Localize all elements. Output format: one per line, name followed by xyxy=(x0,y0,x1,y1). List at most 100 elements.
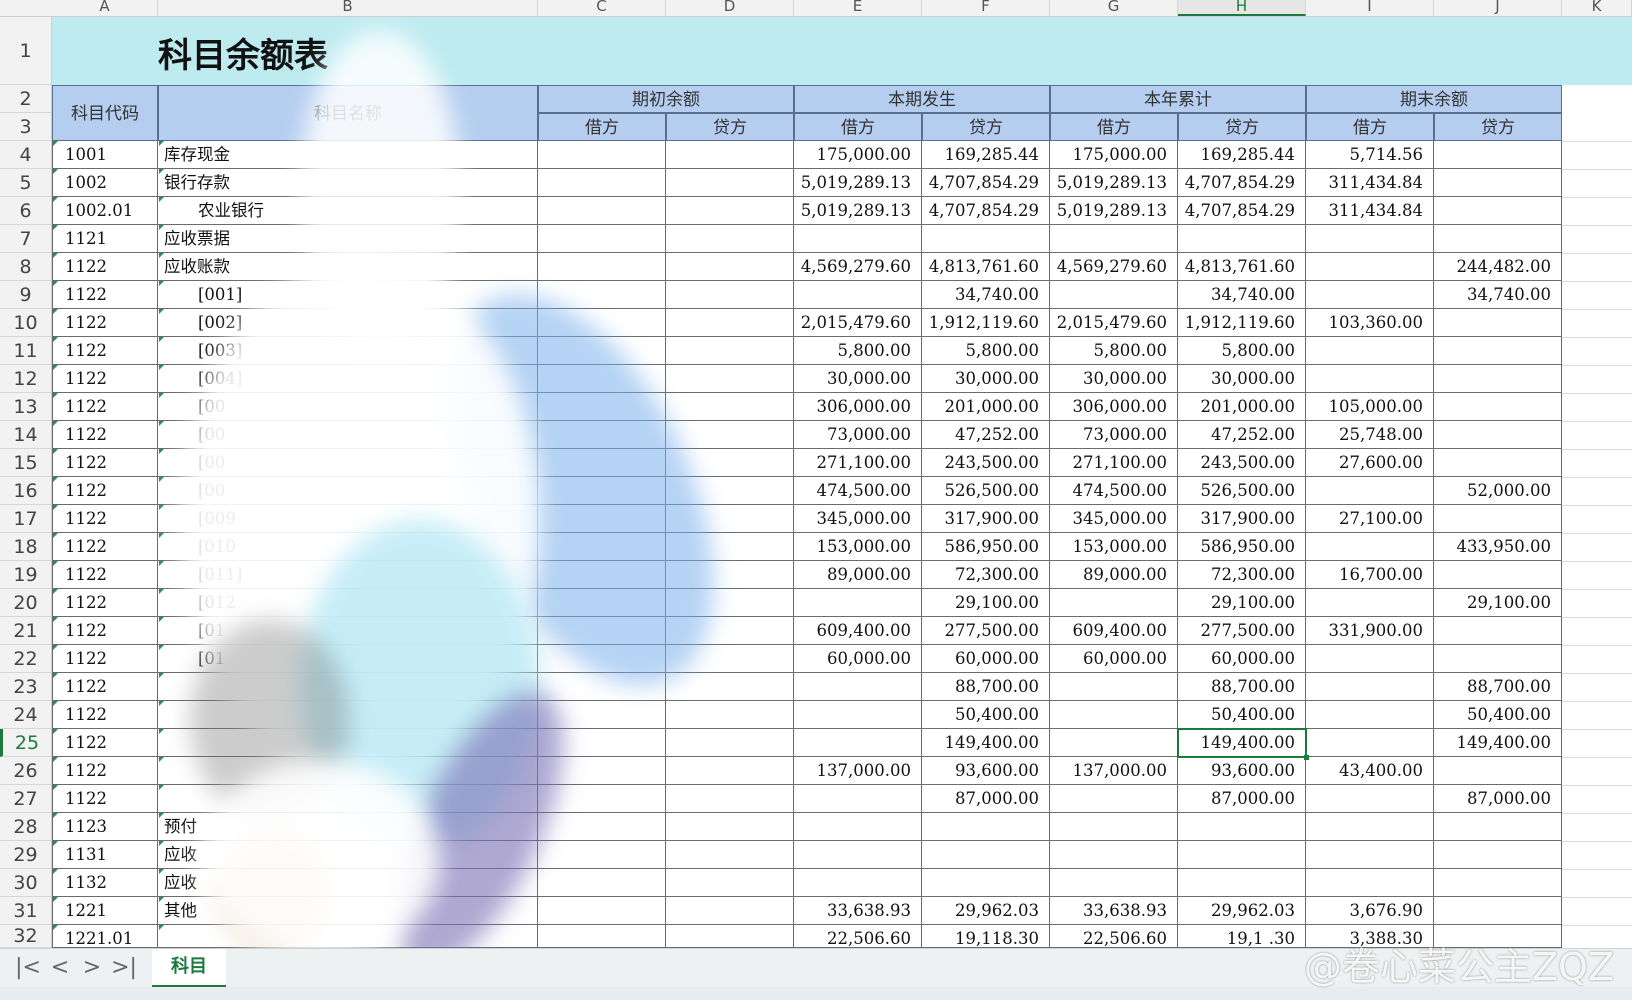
cell-f[interactable]: 1,912,119.60 xyxy=(922,309,1050,337)
cell-d[interactable] xyxy=(666,897,794,925)
column-header-c[interactable]: C xyxy=(538,0,666,16)
cell-i[interactable] xyxy=(1306,869,1434,897)
cell-i[interactable] xyxy=(1306,253,1434,281)
row-header-4[interactable]: 4 xyxy=(0,141,52,169)
cell-h[interactable] xyxy=(1178,841,1306,869)
cell-name[interactable] xyxy=(158,673,538,701)
cell-j[interactable] xyxy=(1434,393,1562,421)
cell-d[interactable] xyxy=(666,533,794,561)
cell-c[interactable] xyxy=(538,365,666,393)
row-header-26[interactable]: 26 xyxy=(0,757,52,785)
cell-e[interactable]: 306,000.00 xyxy=(794,393,922,421)
cell-i[interactable]: 5,714.56 xyxy=(1306,141,1434,169)
cell-code[interactable]: 1122 xyxy=(52,617,158,645)
cell-h[interactable]: 87,000.00 xyxy=(1178,785,1306,813)
cell-e[interactable]: 89,000.00 xyxy=(794,561,922,589)
cell-h[interactable]: 72,300.00 xyxy=(1178,561,1306,589)
cell-c[interactable] xyxy=(538,421,666,449)
row-header-19[interactable]: 19 xyxy=(0,561,52,589)
cell-h[interactable]: 93,600.00 xyxy=(1178,757,1306,785)
cell-h[interactable]: 19,1 .30 xyxy=(1178,925,1306,948)
cell-f[interactable]: 149,400.00 xyxy=(922,729,1050,757)
cell-e[interactable]: 5,019,289.13 xyxy=(794,169,922,197)
row-header-9[interactable]: 9 xyxy=(0,281,52,309)
cell-d[interactable] xyxy=(666,673,794,701)
cell-d[interactable] xyxy=(666,197,794,225)
cell-j[interactable]: 52,000.00 xyxy=(1434,477,1562,505)
column-header-i[interactable]: I xyxy=(1306,0,1434,16)
cell-code[interactable]: 1122 xyxy=(52,421,158,449)
cell-g[interactable]: 2,015,479.60 xyxy=(1050,309,1178,337)
cell-code[interactable]: 1002.01 xyxy=(52,197,158,225)
cell-d[interactable] xyxy=(666,169,794,197)
cell-name[interactable]: 应收 xyxy=(158,869,538,897)
cell-f[interactable]: 50,400.00 xyxy=(922,701,1050,729)
cell-i[interactable] xyxy=(1306,673,1434,701)
cell-h[interactable]: 526,500.00 xyxy=(1178,477,1306,505)
row-header-3[interactable]: 3 xyxy=(0,113,52,141)
cell-d[interactable] xyxy=(666,645,794,673)
cell-g[interactable]: 271,100.00 xyxy=(1050,449,1178,477)
cell-g[interactable] xyxy=(1050,729,1178,757)
cell-name[interactable]: 农业银行 xyxy=(158,197,538,225)
cell-g[interactable]: 73,000.00 xyxy=(1050,421,1178,449)
cell-d[interactable] xyxy=(666,589,794,617)
cell-d[interactable] xyxy=(666,477,794,505)
cell-c[interactable] xyxy=(538,617,666,645)
cell-name[interactable]: [00 xyxy=(158,449,538,477)
cell-i[interactable]: 311,434.84 xyxy=(1306,169,1434,197)
cell-c[interactable] xyxy=(538,449,666,477)
cell-e[interactable]: 2,015,479.60 xyxy=(794,309,922,337)
cell-c[interactable] xyxy=(538,393,666,421)
cell-code[interactable]: 1221.01 xyxy=(52,925,158,948)
cell-f[interactable]: 87,000.00 xyxy=(922,785,1050,813)
cell-name[interactable]: [011] xyxy=(158,561,538,589)
column-header-a[interactable]: A xyxy=(52,0,158,16)
cell-c[interactable] xyxy=(538,841,666,869)
column-header-f[interactable]: F xyxy=(922,0,1050,16)
column-header-b[interactable]: B xyxy=(158,0,538,16)
cell-c[interactable] xyxy=(538,645,666,673)
cell-g[interactable]: 345,000.00 xyxy=(1050,505,1178,533)
cell-e[interactable]: 73,000.00 xyxy=(794,421,922,449)
cell-name[interactable]: [003] xyxy=(158,337,538,365)
cell-e[interactable]: 175,000.00 xyxy=(794,141,922,169)
cell-i[interactable] xyxy=(1306,813,1434,841)
cell-c[interactable] xyxy=(538,561,666,589)
row-header-2[interactable]: 2 xyxy=(0,85,52,113)
row-header-29[interactable]: 29 xyxy=(0,841,52,869)
cell-c[interactable] xyxy=(538,253,666,281)
cell-code[interactable]: 1122 xyxy=(52,449,158,477)
cell-name[interactable]: 库存现金 xyxy=(158,141,538,169)
cell-name[interactable] xyxy=(158,701,538,729)
cell-i[interactable]: 27,600.00 xyxy=(1306,449,1434,477)
cell-name[interactable] xyxy=(158,925,538,948)
cell-d[interactable] xyxy=(666,505,794,533)
cell-i[interactable]: 3,676.90 xyxy=(1306,897,1434,925)
cell-f[interactable]: 47,252.00 xyxy=(922,421,1050,449)
cell-code[interactable]: 1123 xyxy=(52,813,158,841)
cell-e[interactable]: 5,019,289.13 xyxy=(794,197,922,225)
cell-i[interactable]: 43,400.00 xyxy=(1306,757,1434,785)
cell-f[interactable]: 93,600.00 xyxy=(922,757,1050,785)
cell-code[interactable]: 1122 xyxy=(52,337,158,365)
cell-g[interactable] xyxy=(1050,785,1178,813)
cell-code[interactable]: 1131 xyxy=(52,841,158,869)
cell-c[interactable] xyxy=(538,897,666,925)
cell-g[interactable]: 175,000.00 xyxy=(1050,141,1178,169)
cell-c[interactable] xyxy=(538,673,666,701)
cell-e[interactable] xyxy=(794,841,922,869)
cell-name[interactable]: [01 xyxy=(158,645,538,673)
row-header-25[interactable]: 25 xyxy=(0,729,52,757)
cell-g[interactable] xyxy=(1050,225,1178,253)
cell-c[interactable] xyxy=(538,197,666,225)
cell-name[interactable]: [00 xyxy=(158,393,538,421)
cell-name[interactable]: 应收 xyxy=(158,841,538,869)
cell-e[interactable] xyxy=(794,813,922,841)
cell-c[interactable] xyxy=(538,785,666,813)
cell-h[interactable]: 169,285.44 xyxy=(1178,141,1306,169)
cell-j[interactable] xyxy=(1434,505,1562,533)
cell-e[interactable]: 5,800.00 xyxy=(794,337,922,365)
cell-i[interactable] xyxy=(1306,785,1434,813)
cell-c[interactable] xyxy=(538,477,666,505)
